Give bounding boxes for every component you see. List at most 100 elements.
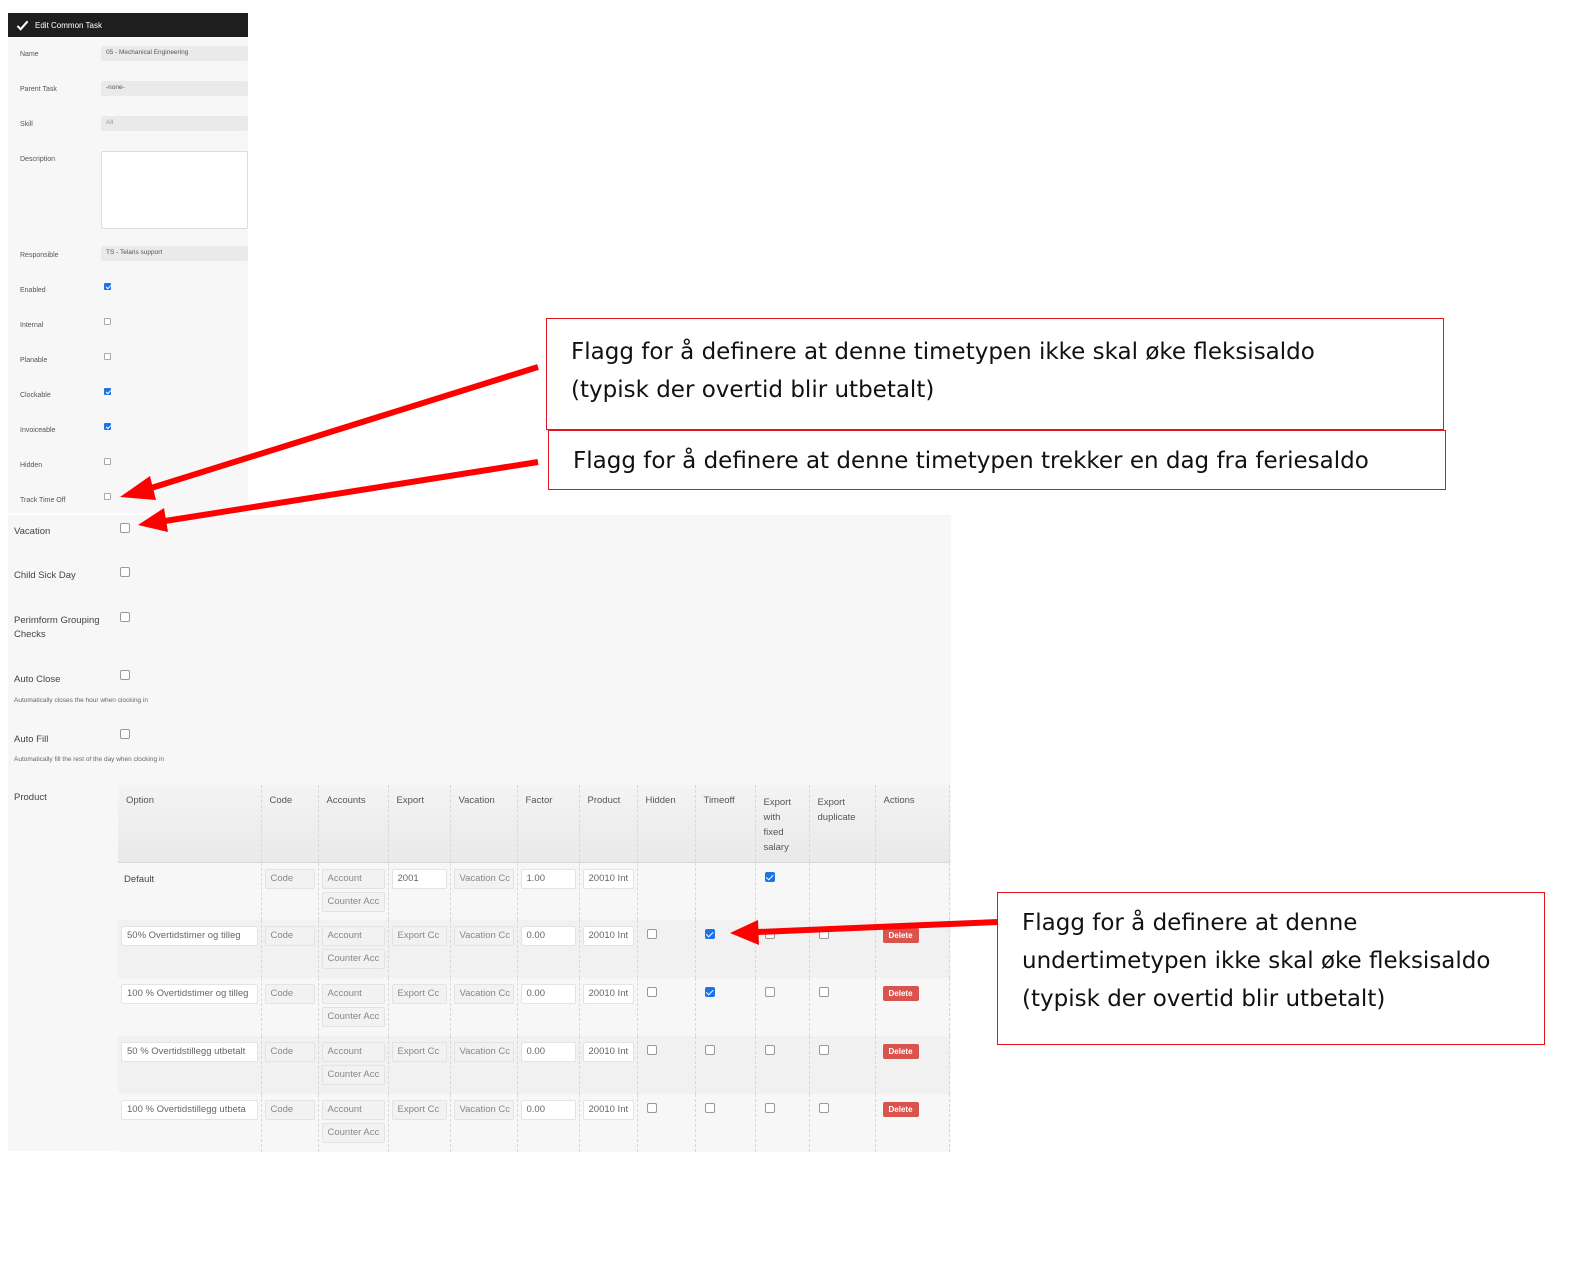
account-input[interactable]: Account — [321, 984, 385, 1004]
hidden-checkbox[interactable] — [104, 458, 111, 465]
export-input[interactable]: 2001 — [391, 868, 447, 889]
export-input[interactable]: Export Cc — [391, 1042, 447, 1062]
product-input[interactable]: 20010 Int — [582, 926, 634, 946]
table-row: 50 % Overtidstillegg utbetalt Code Accou… — [118, 1036, 950, 1094]
product-input[interactable]: 20010 Int — [582, 1042, 634, 1062]
factor-input[interactable]: 0.00 — [520, 926, 576, 946]
col-export-duplicate: Export duplicate — [809, 785, 876, 863]
export-input[interactable]: Export Cc — [391, 926, 447, 946]
factor-input[interactable]: 0.00 — [520, 1100, 576, 1120]
counter-account-input[interactable]: Counter Acc — [321, 1123, 385, 1143]
auto-fill-checkbox[interactable] — [120, 729, 130, 739]
responsible-select[interactable]: TS - Telaris support — [101, 246, 248, 261]
enabled-checkbox[interactable] — [104, 283, 111, 290]
internal-checkbox[interactable] — [104, 318, 111, 325]
invoiceable-label: Invoiceable — [20, 427, 56, 434]
parent-task-label: Parent Task — [20, 86, 57, 93]
vacation-checkbox[interactable] — [120, 523, 130, 533]
timeoff-checkbox[interactable] — [704, 1103, 715, 1113]
hidden-checkbox[interactable] — [646, 987, 657, 997]
name-field[interactable]: 05 - Mechanical Engineering — [101, 46, 248, 61]
vacation-input[interactable]: Vacation Cc — [453, 1100, 514, 1120]
vacation-input[interactable]: Vacation Cc — [453, 1042, 514, 1062]
option-name: Default — [124, 873, 155, 885]
table-header-row: Option Code Accounts Export Vacation Fac… — [118, 785, 950, 863]
fixed-salary-checkbox[interactable] — [764, 1103, 775, 1113]
fixed-salary-checkbox[interactable] — [764, 871, 775, 882]
grouping-checks-checkbox[interactable] — [120, 612, 130, 622]
export-input[interactable]: Export Cc — [391, 1100, 447, 1120]
factor-input[interactable]: 0.00 — [520, 984, 576, 1004]
factor-input[interactable]: 0.00 — [520, 1042, 576, 1062]
checkmark-icon[interactable] — [16, 19, 29, 32]
account-input[interactable]: Account — [321, 926, 385, 946]
delete-button[interactable]: Delete — [882, 986, 919, 1001]
code-input[interactable]: Code — [264, 1100, 315, 1120]
callout-line: Flagg for å definere at denne timetypen … — [573, 448, 1369, 474]
option-input[interactable]: 100 % Overtidstimer og tilleg — [121, 984, 258, 1004]
auto-close-label: Auto Close — [14, 674, 61, 685]
fixed-salary-checkbox[interactable] — [764, 987, 775, 997]
vacation-input[interactable]: Vacation Cc — [453, 984, 514, 1004]
child-sick-day-checkbox[interactable] — [120, 567, 130, 577]
callout-line: Flagg for å definere at denne timetypen … — [571, 339, 1315, 365]
clockable-label: Clockable — [20, 392, 51, 399]
account-input[interactable]: Account — [321, 868, 385, 889]
code-input[interactable]: Code — [264, 1042, 315, 1062]
code-input[interactable]: Code — [264, 984, 315, 1004]
auto-close-checkbox[interactable] — [120, 670, 130, 680]
col-product: Product — [579, 785, 638, 863]
timeoff-checkbox[interactable] — [704, 987, 715, 997]
export-input[interactable]: Export Cc — [391, 984, 447, 1004]
account-input[interactable]: Account — [321, 1042, 385, 1062]
counter-account-input[interactable]: Counter Acc — [321, 891, 385, 912]
product-input[interactable]: 20010 Int — [582, 868, 634, 889]
callout-line: (typisk der overtid blir utbetalt) — [1022, 986, 1386, 1012]
hidden-label: Hidden — [20, 462, 43, 469]
counter-account-input[interactable]: Counter Acc — [321, 1007, 385, 1027]
duplicate-checkbox[interactable] — [818, 1103, 829, 1113]
vacation-input[interactable]: Vacation Cc — [453, 926, 514, 946]
factor-input[interactable]: 1.00 — [520, 868, 576, 889]
fixed-salary-checkbox[interactable] — [764, 929, 775, 939]
hidden-checkbox[interactable] — [646, 1045, 657, 1055]
duplicate-checkbox[interactable] — [818, 987, 829, 997]
account-input[interactable]: Account — [321, 1100, 385, 1120]
delete-button[interactable]: Delete — [882, 1044, 919, 1059]
auto-fill-label: Auto Fill — [14, 734, 49, 745]
option-input[interactable]: 100 % Overtidstillegg utbeta — [121, 1100, 258, 1120]
delete-button[interactable]: Delete — [882, 928, 919, 943]
duplicate-checkbox[interactable] — [818, 929, 829, 939]
option-input[interactable]: 50 % Overtidstillegg utbetalt — [121, 1042, 258, 1062]
planable-checkbox[interactable] — [104, 353, 111, 360]
code-input[interactable]: Code — [264, 868, 315, 889]
callout-sub-flex-saldo: Flagg for å definere at denne undertimet… — [997, 892, 1545, 1045]
vacation-input[interactable]: Vacation Cc — [453, 868, 514, 889]
clockable-checkbox[interactable] — [104, 388, 111, 395]
option-input[interactable]: 50% Overtidstimer og tilleg — [121, 926, 258, 946]
product-input[interactable]: 20010 Int — [582, 1100, 634, 1120]
skill-select[interactable]: All — [101, 116, 248, 131]
duplicate-checkbox[interactable] — [818, 1045, 829, 1055]
delete-button[interactable]: Delete — [882, 1102, 919, 1117]
vacation-label: Vacation — [14, 526, 51, 537]
child-sick-day-label: Child Sick Day — [14, 570, 76, 581]
product-input[interactable]: 20010 Int — [582, 984, 634, 1004]
parent-task-select[interactable]: -none- — [101, 81, 248, 96]
description-textarea[interactable] — [101, 151, 248, 229]
hidden-checkbox[interactable] — [646, 1103, 657, 1113]
timeoff-checkbox[interactable] — [704, 1045, 715, 1055]
fixed-salary-checkbox[interactable] — [764, 1045, 775, 1055]
track-time-off-checkbox[interactable] — [104, 493, 111, 500]
col-factor: Factor — [517, 785, 580, 863]
code-input[interactable]: Code — [264, 926, 315, 946]
timeoff-checkbox[interactable] — [704, 929, 715, 939]
counter-account-input[interactable]: Counter Acc — [321, 949, 385, 969]
skill-label: Skill — [20, 121, 33, 128]
hidden-checkbox[interactable] — [646, 929, 657, 939]
counter-account-input[interactable]: Counter Acc — [321, 1065, 385, 1085]
invoiceable-checkbox[interactable] — [104, 423, 111, 430]
responsible-label: Responsible — [20, 252, 59, 259]
callout-flex-saldo: Flagg for å definere at denne timetypen … — [546, 318, 1444, 430]
description-label: Description — [20, 156, 56, 163]
